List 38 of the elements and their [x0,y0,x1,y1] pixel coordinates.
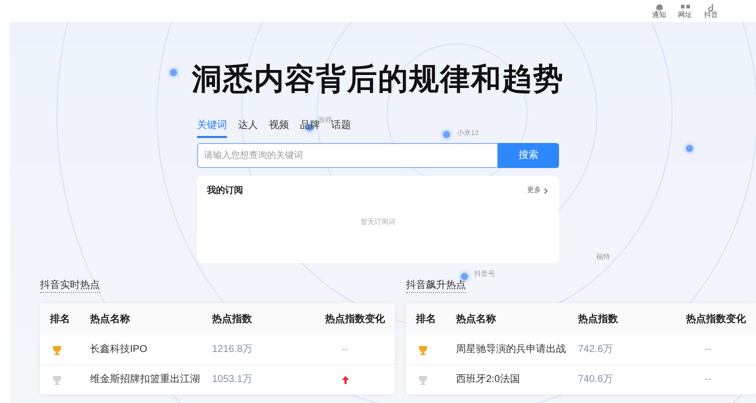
hot-topic-name[interactable]: 长鑫科技IPO [90,342,212,357]
hot-index-value: 740.6万 [578,373,614,387]
column-header: 热点名称 [90,312,131,326]
section-title: 抖音实时热点 [40,279,100,293]
up-arrow-icon [342,376,348,384]
hot-topic-name[interactable]: 周星驰导演的兵申请出战 [456,342,578,357]
column-header: 排名 [50,312,71,326]
trophy-icon [418,344,428,354]
chevron-right-icon [544,188,548,194]
column-header: 热点指数 [212,312,253,326]
column-header: 热点指数变化 [686,312,746,326]
trophy-icon [52,344,62,354]
section-title: 抖音飙升热点 [406,279,466,293]
search-tab[interactable]: 达人 [238,118,258,138]
column-header: 热点指数变化 [325,312,385,326]
hot-topic-name[interactable]: 西班牙2:0法国 [456,372,578,387]
grid-icon [680,2,690,12]
column-header: 排名 [416,312,437,326]
search-tab[interactable]: 关键词 [197,118,227,138]
card-title: 我的订阅 [207,184,243,197]
hot-index-value: 1216.8万 [212,343,254,357]
trophy-icon [418,374,428,384]
bell-icon [654,2,664,12]
trophy-icon [52,374,62,384]
hot-index-value: 742.6万 [578,343,614,357]
hot-index-value: 1053.1万 [212,373,254,387]
search-tab[interactable]: 视频 [269,118,289,138]
no-change-text: -- [704,373,712,387]
no-change-text: -- [704,343,712,357]
music-note-icon [706,2,716,12]
column-header: 热点名称 [456,312,497,326]
headline: 洞悉内容背后的规律和趋势 [192,62,564,98]
column-header: 热点指数 [578,312,619,326]
search-tab[interactable]: 品牌 [300,118,320,138]
no-change-text: -- [342,343,348,357]
search-tab[interactable]: 话题 [331,118,351,138]
hot-topic-name[interactable]: 维金斯招牌扣篮重出江湖 [90,372,212,387]
search-field[interactable]: 请输入您想查询的关键词 [197,143,498,168]
